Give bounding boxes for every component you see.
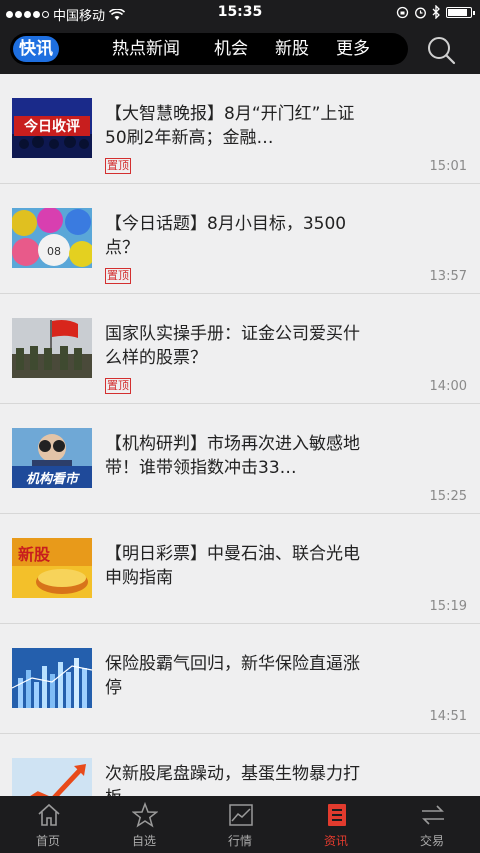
news-title[interactable]: 国家队实操手册：证金公司爱买什么样的股票？ xyxy=(105,322,365,370)
news-title[interactable]: 【机构研判】市场再次进入敏感地带！谁带领指数冲击33… xyxy=(105,432,365,480)
news-thumbnail: 机构看市 xyxy=(12,428,92,488)
pinned-badge: 置顶 xyxy=(105,268,131,284)
tabbar-trade[interactable]: 交易 xyxy=(384,796,480,853)
news-thumbnail: 今日收评 xyxy=(12,98,92,158)
thumb-text: 机构看市 xyxy=(26,471,80,487)
news-item[interactable]: 新股 【明日彩票】中曼石油、联合光电申购指南 15:19 xyxy=(0,514,480,624)
news-title[interactable]: 保险股霸气回归，新华保险直逼涨停 xyxy=(105,652,365,700)
home-icon xyxy=(38,803,60,826)
pinned-badge: 置顶 xyxy=(105,378,131,394)
category-tabs: 快讯 热点新闻 机会 新股 更多 xyxy=(10,33,408,65)
battery-icon xyxy=(446,6,475,18)
tabbar-label: 自选 xyxy=(131,834,156,848)
news-thumbnail: 08 xyxy=(12,208,92,268)
top-header: 快讯 热点新闻 机会 新股 更多 xyxy=(0,26,480,74)
trade-icon xyxy=(422,805,444,825)
pinned-badge: 置顶 xyxy=(105,158,131,174)
news-thumbnail: 新股 xyxy=(12,538,92,598)
news-item[interactable]: 保险股霸气回归，新华保险直逼涨停 14:51 xyxy=(0,624,480,734)
news-item[interactable]: 国家队实操手册：证金公司爱买什么样的股票？ 置顶 14:00 xyxy=(0,294,480,404)
svg-text:08: 08 xyxy=(47,245,61,258)
news-icon xyxy=(328,804,346,826)
tabbar-news[interactable]: 资讯 xyxy=(288,796,384,853)
status-right xyxy=(396,5,475,19)
news-time: 15:25 xyxy=(429,489,467,504)
rotation-lock-icon xyxy=(396,6,409,18)
tab-hot-news[interactable]: 热点新闻 xyxy=(97,36,195,62)
news-title[interactable]: 【明日彩票】中曼石油、联合光电申购指南 xyxy=(105,542,365,590)
news-time: 14:51 xyxy=(429,709,467,724)
tab-new-stocks[interactable]: 新股 xyxy=(267,36,317,62)
search-icon[interactable] xyxy=(426,35,456,65)
tab-more[interactable]: 更多 xyxy=(328,36,378,62)
news-item[interactable]: 机构看市 【机构研判】市场再次进入敏感地带！谁带领指数冲击33… 15:25 xyxy=(0,404,480,514)
tabbar-label: 资讯 xyxy=(323,834,348,848)
alarm-icon xyxy=(415,7,426,18)
news-time: 14:00 xyxy=(429,379,467,394)
tab-opportunity[interactable]: 机会 xyxy=(206,36,256,62)
chart-icon xyxy=(229,804,253,826)
star-icon xyxy=(132,802,158,828)
tabbar-label: 首页 xyxy=(35,834,60,848)
thumb-text: 今日收评 xyxy=(23,118,80,135)
tab-kuaixun[interactable]: 快讯 xyxy=(13,36,59,62)
bluetooth-icon xyxy=(432,5,440,19)
tabbar-home[interactable]: 首页 xyxy=(0,796,96,853)
news-time: 13:57 xyxy=(429,269,467,284)
news-time: 15:19 xyxy=(429,599,467,614)
news-thumbnail xyxy=(12,648,92,708)
tabbar-label: 交易 xyxy=(419,834,444,848)
status-bar: 中国移动 15:35 xyxy=(0,0,480,26)
news-item[interactable]: 今日收评 【大智慧晚报】8月“开门红”上证50刷2年新高；金融… 置顶 15:0… xyxy=(0,74,480,184)
news-title[interactable]: 【大智慧晚报】8月“开门红”上证50刷2年新高；金融… xyxy=(105,102,365,150)
thumb-text: 新股 xyxy=(18,545,51,564)
news-thumbnail xyxy=(12,318,92,378)
news-item[interactable]: 08 【今日话题】8月小目标，3500点？ 置顶 13:57 xyxy=(0,184,480,294)
tabbar-label: 行情 xyxy=(227,834,252,848)
news-title[interactable]: 【今日话题】8月小目标，3500点？ xyxy=(105,212,365,260)
tabbar-watchlist[interactable]: 自选 xyxy=(96,796,192,853)
bottom-tab-bar: 首页 自选 行情 资讯 交易 xyxy=(0,796,480,853)
tabbar-market[interactable]: 行情 xyxy=(192,796,288,853)
news-time: 15:01 xyxy=(429,159,467,174)
